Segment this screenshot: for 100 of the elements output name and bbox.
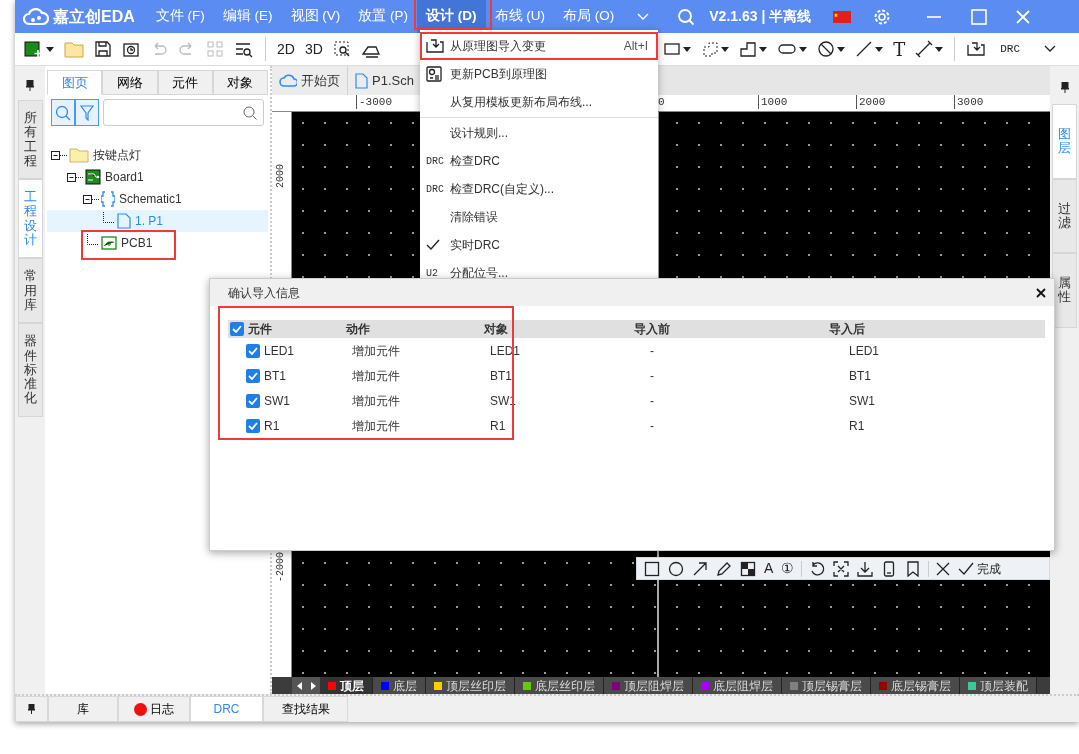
search-icon[interactable]	[677, 7, 696, 26]
side-tab[interactable]: 过滤	[1052, 178, 1077, 254]
bottom-tab[interactable]: DRC	[190, 696, 263, 722]
view-mode-button[interactable]: 3D	[299, 35, 328, 63]
panel-tab[interactable]: 对象	[212, 70, 268, 95]
layer-tab[interactable]: 底层丝印层	[515, 677, 604, 694]
menu-item[interactable]: 更新PCB到原理图	[420, 60, 658, 88]
panel-tab[interactable]: 元件	[157, 70, 213, 95]
no-entry-icon	[817, 40, 836, 58]
layer-tab[interactable]: 顶层	[320, 677, 373, 694]
view-mode-button[interactable]: 2D	[272, 35, 300, 63]
search-field[interactable]	[103, 99, 264, 126]
search-toggle-button[interactable]	[51, 99, 75, 126]
menu-item[interactable]: 设计规则...	[420, 119, 658, 147]
tree-item[interactable]: 按键点灯	[47, 144, 268, 166]
collapse-box-icon[interactable]	[51, 149, 67, 161]
side-tab[interactable]: 常用库	[17, 258, 43, 324]
text-tool-button[interactable]: A	[761, 558, 777, 579]
menu-item[interactable]: DRC 检查DRC(自定义)...	[420, 175, 658, 203]
done-button[interactable]: 完成	[955, 558, 1005, 579]
maximize-icon[interactable]	[971, 8, 988, 25]
side-tab[interactable]: 属性	[1052, 253, 1077, 328]
check-icon	[248, 421, 258, 430]
checkbox[interactable]	[246, 343, 260, 358]
menu-item[interactable]: U2 分配位号...	[420, 259, 658, 282]
tree-item[interactable]: PCB1	[47, 232, 268, 254]
bottom-tab[interactable]: 日志	[118, 696, 190, 722]
alert-dot-icon	[134, 702, 147, 716]
caret-icon	[46, 46, 54, 52]
menu-item[interactable]: 实时DRC	[420, 231, 658, 259]
table-cell-text: -	[650, 392, 654, 410]
checkbox[interactable]	[246, 368, 260, 383]
collapse-box-icon[interactable]	[83, 193, 99, 205]
menu-item[interactable]: 从原理图导入变更 Alt+I	[420, 32, 658, 60]
layer-tab[interactable]: 底层	[373, 677, 426, 694]
table-cell-text: LED1	[849, 342, 880, 360]
text-tool-button[interactable]: T	[888, 35, 911, 63]
table-cell-text: BT1	[849, 367, 871, 385]
update-icon	[426, 66, 442, 82]
layer-tab[interactable]: 顶层阻焊层	[604, 677, 693, 694]
table-cell-text: LED1	[264, 342, 295, 360]
checkbox[interactable]	[246, 393, 260, 408]
scroll-right-button[interactable]	[306, 677, 320, 694]
list-search-icon	[234, 40, 254, 58]
column-header: 导入前	[634, 321, 670, 338]
scroll-left-button[interactable]	[292, 677, 306, 694]
checkbox[interactable]	[230, 322, 244, 336]
table-cell-text: -	[650, 417, 654, 435]
pin-icon[interactable]	[26, 80, 34, 91]
ruler-label: 2000	[856, 95, 886, 109]
dashed-shape-icon	[701, 41, 720, 57]
ruler-label: 1000	[758, 95, 788, 109]
caret-icon	[683, 46, 692, 52]
check-icon	[426, 239, 440, 251]
panel-tab[interactable]: 图页	[47, 70, 103, 95]
table-cell-text: BT1	[264, 367, 286, 385]
close-icon[interactable]	[1036, 287, 1046, 298]
tree-line-icon	[87, 233, 99, 245]
collapse-box-icon[interactable]	[67, 171, 83, 183]
layer-tab[interactable]: 底层锡膏层	[871, 677, 960, 694]
pin-icon[interactable]	[1060, 82, 1069, 93]
side-tab[interactable]: 所有工程	[17, 100, 43, 180]
dimension-icon	[915, 40, 934, 58]
pcb-icon	[101, 236, 117, 250]
tree-item[interactable]: Board1	[47, 166, 268, 188]
layer-tab[interactable]: 顶层锡膏层	[782, 677, 871, 694]
table-cell-text: SW1	[264, 392, 290, 410]
caret-icon	[759, 46, 768, 52]
tree-item[interactable]: Schematic1	[47, 188, 268, 210]
filter-toggle-button[interactable]	[75, 99, 99, 126]
menu-item[interactable]: DRC 检查DRC	[420, 147, 658, 175]
bottom-tab[interactable]: 库	[48, 696, 118, 722]
schematic-icon	[101, 191, 115, 207]
menu-item[interactable]: 清除错误	[420, 203, 658, 231]
document-tab[interactable]: 开始页	[272, 66, 348, 95]
pin-button[interactable]	[15, 696, 48, 722]
ruler-label: 2000	[275, 164, 287, 188]
document-tab[interactable]: P1.Sch	[348, 66, 422, 95]
panel-tab[interactable]: 网络	[102, 70, 158, 95]
layer-tab[interactable]: 顶层丝印层	[426, 677, 515, 694]
bottom-tab[interactable]: 查找结果	[263, 696, 348, 722]
drc-button[interactable]: DRC	[995, 35, 1025, 63]
side-tab[interactable]: 器件标准化	[17, 323, 43, 417]
app-logo: 嘉立创EDA	[53, 6, 135, 27]
number-tool-button[interactable]: ①	[778, 558, 798, 579]
expand-icon	[1044, 45, 1056, 53]
layer-tab[interactable]: 底层阻焊层	[693, 677, 782, 694]
document-icon	[355, 72, 368, 89]
side-tab[interactable]: 工程设计	[17, 179, 43, 259]
menu-item[interactable]: 从复用模板更新布局布线...	[420, 88, 658, 116]
check-icon	[248, 396, 258, 405]
checkbox[interactable]	[246, 418, 260, 433]
column-header: 元件	[248, 321, 272, 338]
caret-icon	[721, 46, 730, 52]
layer-tab[interactable]: 顶层装配	[960, 677, 1037, 694]
settings-icon[interactable]	[873, 7, 892, 26]
table-cell-text: R1	[849, 417, 865, 435]
caret-icon	[799, 46, 808, 52]
chevron-down-icon[interactable]	[637, 12, 650, 21]
side-tab[interactable]: 图层	[1052, 104, 1077, 179]
